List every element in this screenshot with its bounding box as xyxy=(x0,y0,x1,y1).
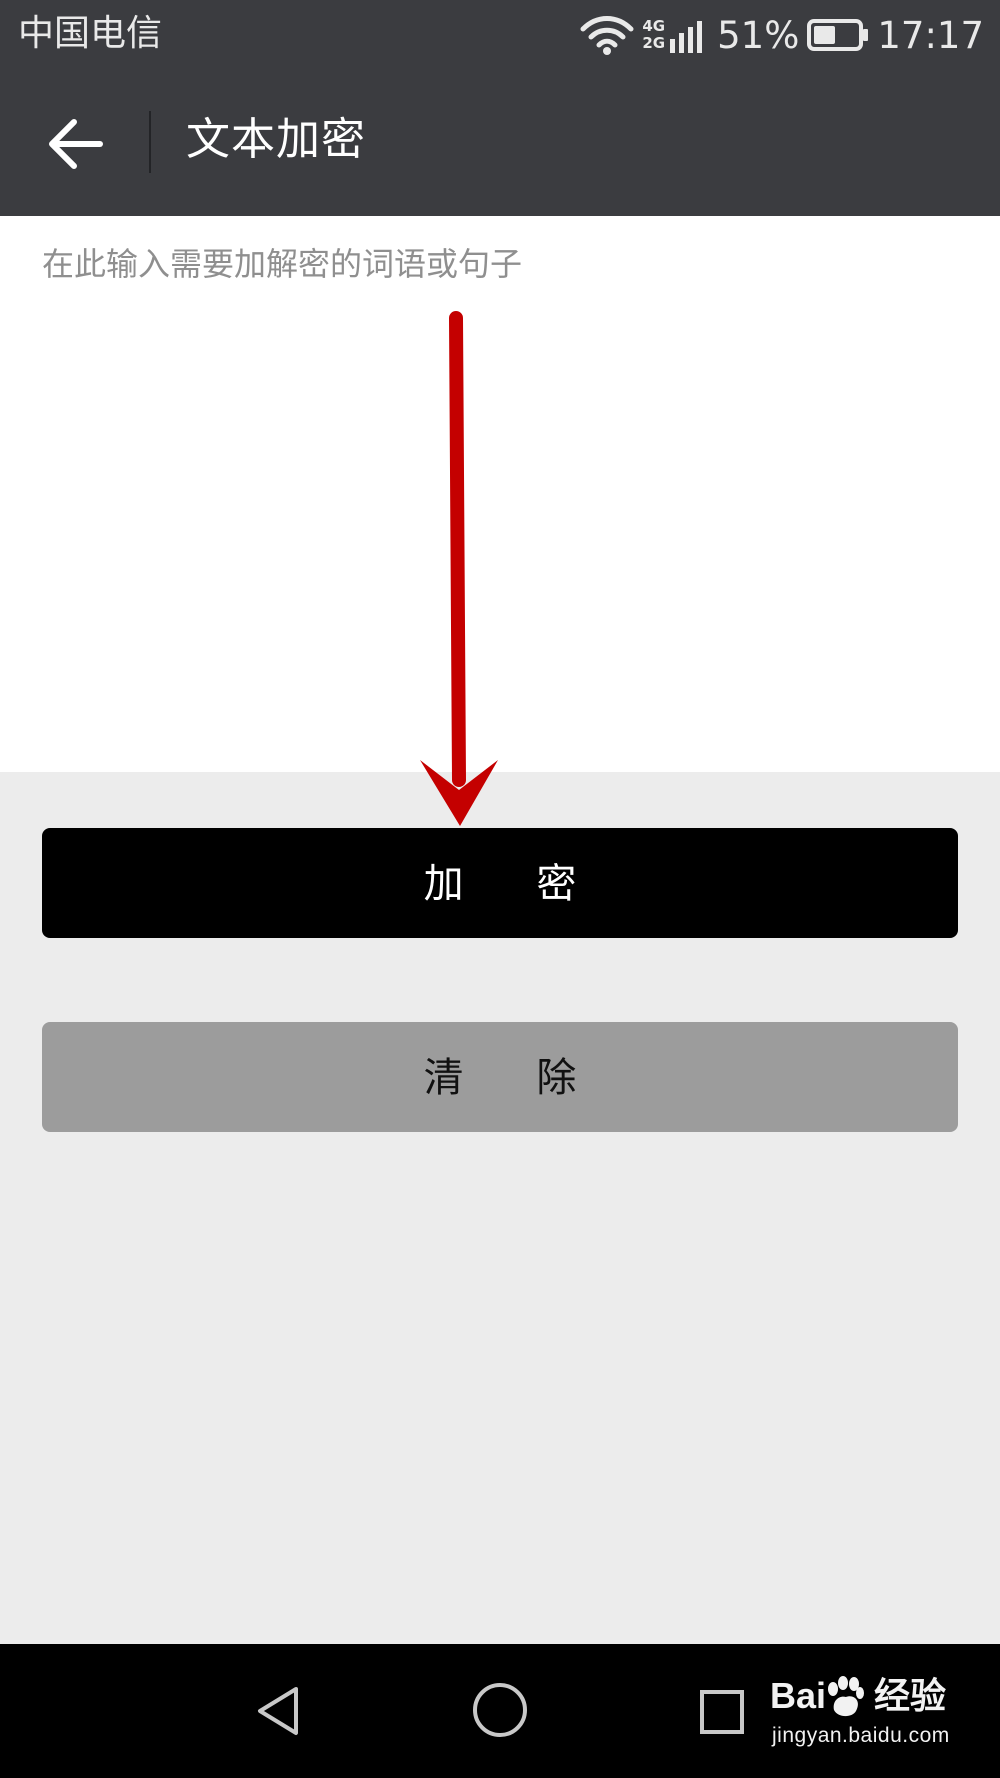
status-bar: 中国电信 4G 2G 51% 17:17 xyxy=(0,0,1000,72)
app-bar: 文本加密 xyxy=(0,72,1000,216)
arrow-left-icon[interactable] xyxy=(40,110,112,178)
encrypt-button[interactable]: 加 密 xyxy=(42,828,958,938)
triangle-back-icon[interactable] xyxy=(250,1682,308,1740)
wifi-icon xyxy=(580,16,634,55)
text-entry-panel xyxy=(0,216,1000,772)
square-recent-icon[interactable] xyxy=(696,1686,748,1738)
text-input[interactable] xyxy=(42,244,958,744)
network-bottom-label: 2G xyxy=(642,34,666,52)
watermark-domain: jingyan.baidu.com xyxy=(772,1724,950,1747)
status-icons: 4G 2G 51% 17:17 xyxy=(580,10,984,60)
baidu-paw-icon xyxy=(828,1676,864,1717)
network-labels: 4G 2G xyxy=(642,18,665,52)
app-bar-divider xyxy=(149,111,151,173)
page-title: 文本加密 xyxy=(186,114,366,165)
top-bar: 中国电信 4G 2G 51% 17:17 文本加密 xyxy=(0,0,1000,216)
screen: 中国电信 4G 2G 51% 17:17 文本加密 在此输入需要加解密的词语或句… xyxy=(0,0,1000,1778)
signal-icon xyxy=(670,21,703,53)
battery-percent: 51% xyxy=(717,13,800,57)
network-top-label: 4G xyxy=(642,17,666,35)
carrier-label: 中国电信 xyxy=(18,13,163,54)
clock-time: 17:17 xyxy=(877,13,984,57)
clear-button[interactable]: 清 除 xyxy=(42,1022,958,1132)
signal-status: 4G 2G xyxy=(642,15,709,55)
circle-home-icon[interactable] xyxy=(470,1680,530,1740)
battery-icon xyxy=(807,19,869,51)
system-nav-bar: Bai 经验 jingyan.baidu.com xyxy=(0,1644,1000,1778)
baidu-jingyan-watermark: Bai 经验 jingyan.baidu.com xyxy=(760,1672,980,1756)
